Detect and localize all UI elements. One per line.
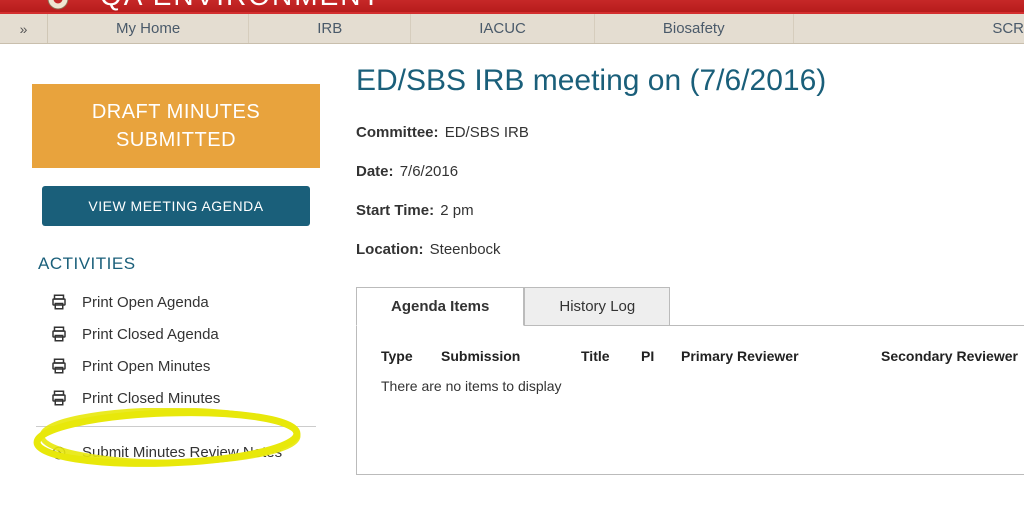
tab-panel-agenda-items: Type Submission Title PI Primary Reviewe… — [356, 325, 1024, 475]
col-submission: Submission — [441, 348, 581, 364]
date-value: 7/6/2016 — [400, 163, 458, 180]
activities-heading: ACTIVITIES — [38, 254, 320, 274]
nav-irb[interactable]: IRB — [249, 14, 411, 43]
nav-myhome[interactable]: My Home — [48, 14, 249, 43]
printer-icon — [48, 389, 70, 407]
activity-label: Submit Minutes Review Notes — [82, 444, 282, 461]
location-value: Steenbock — [430, 241, 501, 258]
nav-iacuc[interactable]: IACUC — [411, 14, 595, 43]
meta-start-time: Start Time: 2 pm — [356, 202, 1024, 219]
start-time-value: 2 pm — [440, 202, 473, 219]
main-content: ED/SBS IRB meeting on (7/6/2016) Committ… — [320, 44, 1024, 475]
status-text: DRAFT MINUTESSUBMITTED — [92, 101, 260, 151]
sidebar-divider — [36, 426, 316, 427]
nav-expand-icon[interactable]: » — [0, 14, 48, 43]
submit-minutes-review-notes[interactable]: Submit Minutes Review Notes — [48, 437, 320, 468]
activity-print-open-minutes[interactable]: Print Open Minutes — [48, 350, 320, 382]
location-label: Location: — [356, 241, 424, 258]
status-banner: DRAFT MINUTESSUBMITTED — [32, 84, 320, 168]
nav-biosafety[interactable]: Biosafety — [595, 14, 794, 43]
tab-row: Agenda Items History Log — [356, 286, 1024, 325]
start-time-label: Start Time: — [356, 202, 434, 219]
arrow-right-icon — [48, 446, 70, 460]
meta-date: Date: 7/6/2016 — [356, 163, 1024, 180]
meta-location: Location: Steenbock — [356, 241, 1024, 258]
app-title: QA ENVIRONMENT — [100, 0, 382, 12]
page-title: ED/SBS IRB meeting on (7/6/2016) — [356, 64, 1024, 98]
col-secondary-reviewer: Secondary Reviewer — [881, 348, 1024, 364]
view-meeting-agenda-button[interactable]: VIEW MEETING AGENDA — [42, 186, 310, 226]
col-type: Type — [381, 348, 441, 364]
grid-header-row: Type Submission Title PI Primary Reviewe… — [381, 348, 1024, 370]
main-nav: » My Home IRB IACUC Biosafety SCR — [0, 14, 1024, 44]
grid-empty-message: There are no items to display — [381, 370, 1024, 394]
tab-history-log[interactable]: History Log — [524, 287, 670, 326]
activity-print-closed-minutes[interactable]: Print Closed Minutes — [48, 382, 320, 414]
printer-icon — [48, 357, 70, 375]
activity-label: Print Open Minutes — [82, 358, 210, 375]
activity-label: Print Closed Minutes — [82, 390, 220, 407]
sidebar: DRAFT MINUTESSUBMITTED VIEW MEETING AGEN… — [0, 84, 320, 468]
activity-label: Print Open Agenda — [82, 294, 209, 311]
nav-scr[interactable]: SCR — [794, 14, 1024, 43]
date-label: Date: — [356, 163, 394, 180]
org-logo — [40, 0, 76, 10]
printer-icon — [48, 293, 70, 311]
committee-label: Committee: — [356, 124, 439, 141]
col-pi: PI — [641, 348, 681, 364]
tab-agenda-items[interactable]: Agenda Items — [356, 287, 524, 326]
committee-value: ED/SBS IRB — [445, 124, 529, 141]
meta-committee: Committee: ED/SBS IRB — [356, 124, 1024, 141]
activity-label: Print Closed Agenda — [82, 326, 219, 343]
activity-print-closed-agenda[interactable]: Print Closed Agenda — [48, 318, 320, 350]
activity-print-open-agenda[interactable]: Print Open Agenda — [48, 286, 320, 318]
printer-icon — [48, 325, 70, 343]
app-header: QA ENVIRONMENT — [0, 0, 1024, 14]
col-primary-reviewer: Primary Reviewer — [681, 348, 881, 364]
col-title: Title — [581, 348, 641, 364]
